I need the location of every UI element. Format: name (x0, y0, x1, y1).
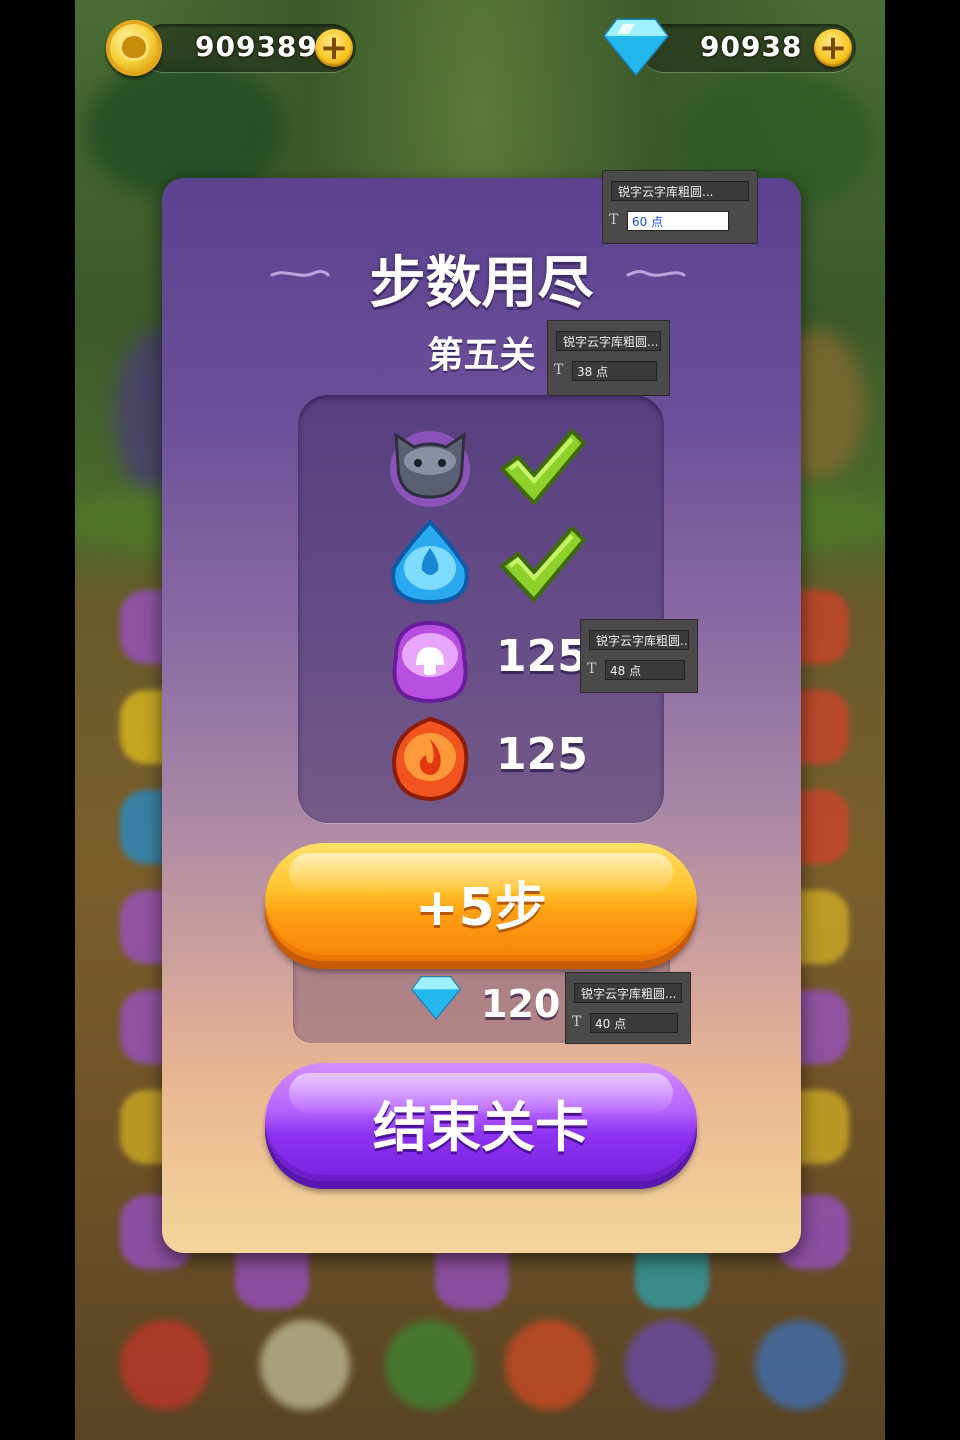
font-panel: 锐字云字库粗圆... T 60 点 (602, 170, 758, 244)
font-size-icon: T (572, 1014, 582, 1030)
goal-row (386, 518, 606, 608)
add-gems-button[interactable]: + (814, 29, 852, 67)
check-icon (500, 526, 586, 602)
out-of-moves-dialog: 步数用尽 第五关 125 125 120 +5步 结束关卡 (162, 178, 801, 1253)
font-size-icon: T (554, 362, 564, 378)
bg-booster (120, 1320, 210, 1410)
goals-panel: 125 125 (298, 395, 664, 823)
bg-booster (755, 1320, 845, 1410)
goal-count: 125 (496, 729, 588, 780)
plus-icon: + (319, 28, 349, 68)
font-family-field[interactable]: 锐字云字库粗圆... (556, 331, 661, 351)
font-panel: 锐字云字库粗圆... T 38 点 (547, 320, 670, 396)
diamond-icon (411, 976, 461, 1020)
bg-booster (260, 1320, 350, 1410)
gems-value: 90938 (700, 30, 803, 63)
plus-icon: + (818, 28, 848, 68)
font-size-field[interactable]: 38 点 (572, 361, 657, 381)
goal-count: 125 (496, 631, 588, 682)
end-level-button[interactable]: 结束关卡 (265, 1063, 697, 1181)
font-size-icon: T (609, 212, 619, 228)
buy-steps-cost: 120 (481, 982, 561, 1026)
font-size-field[interactable]: 60 点 (627, 211, 729, 231)
font-panel: 锐字云字库粗圆... T 48 点 (580, 619, 698, 693)
check-icon (500, 429, 586, 505)
goal-row (386, 421, 606, 511)
goal-row: 125 (386, 715, 606, 805)
bg-booster (505, 1320, 595, 1410)
font-family-field[interactable]: 锐字云字库粗圆... (574, 983, 682, 1003)
coins-value: 909389 (195, 30, 318, 63)
goal-row: 125 (386, 617, 606, 707)
font-panel: 锐字云字库粗圆... T 40 点 (565, 972, 691, 1044)
level-label: 第五关 (427, 335, 536, 376)
water-drop-icon (391, 519, 469, 605)
fire-gem-icon (391, 716, 469, 802)
purple-mushroom-icon (392, 620, 468, 703)
bg-booster (625, 1320, 715, 1410)
font-size-field[interactable]: 40 点 (590, 1013, 678, 1033)
font-family-field[interactable]: 锐字云字库粗圆... (589, 630, 689, 650)
bg-booster (385, 1320, 475, 1410)
diamond-icon (603, 18, 669, 76)
font-family-field[interactable]: 锐字云字库粗圆... (611, 181, 749, 201)
font-size-icon: T (587, 661, 597, 677)
buy-steps-label: +5步 (415, 877, 547, 938)
cat-head-icon (390, 431, 470, 507)
dialog-title: 步数用尽 (369, 251, 594, 316)
font-size-field[interactable]: 48 点 (605, 660, 685, 680)
coin-icon (106, 20, 162, 76)
add-coins-button[interactable]: + (315, 29, 353, 67)
end-level-label: 结束关卡 (373, 1095, 589, 1159)
buy-steps-button[interactable]: +5步 (265, 843, 697, 961)
